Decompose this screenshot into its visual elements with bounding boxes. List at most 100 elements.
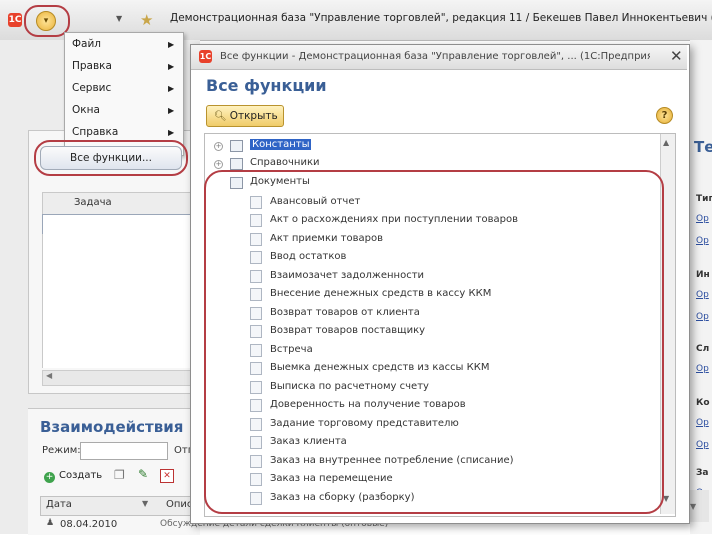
right-label: За <box>696 468 709 478</box>
menu-item-help[interactable]: Справка <box>72 126 118 138</box>
interactions-title: Взаимодействия <box>40 418 184 436</box>
edit-pencil-icon[interactable]: ✎ <box>138 467 148 481</box>
scroll-down-icon[interactable]: ▼ <box>663 494 669 503</box>
constants-icon <box>230 140 243 152</box>
app-logo-icon: 1С <box>8 13 22 27</box>
right-label: Ко <box>696 398 710 408</box>
document-item[interactable]: Заказ на внутреннее потребление (списани… <box>270 455 514 466</box>
create-plus-icon: + <box>44 472 55 483</box>
tree-expand-icon[interactable]: + <box>214 142 223 151</box>
create-button-label: Создать <box>59 470 103 481</box>
document-item[interactable]: Заказ на сборку (разборку) <box>270 492 415 503</box>
document-item[interactable]: Заказ на перемещение <box>270 473 393 484</box>
document-icon <box>250 418 262 431</box>
document-icon <box>250 381 262 394</box>
magnifier-icon: 🔍︎ <box>214 111 227 122</box>
tree-node-documents[interactable]: Документы <box>250 176 310 187</box>
menu-item-file[interactable]: Файл <box>72 38 101 50</box>
tasks-selected-row[interactable] <box>42 214 202 236</box>
submenu-arrow-icon: ▶ <box>168 84 175 93</box>
right-link[interactable]: Ор <box>696 418 709 428</box>
menu-item-edit[interactable]: Правка <box>72 60 112 72</box>
open-button[interactable]: 🔍︎ Открыть <box>206 105 284 127</box>
document-item[interactable]: Возврат товаров поставщику <box>270 325 425 336</box>
document-icon <box>250 251 262 264</box>
catalogs-icon <box>230 158 243 170</box>
right-link[interactable]: Ор <box>696 290 709 300</box>
document-icon <box>250 344 262 357</box>
document-item[interactable]: Внесение денежных средств в кассу ККМ <box>270 288 491 299</box>
dialog-title: Все функции - Демонстрационная база "Упр… <box>220 51 650 62</box>
document-item[interactable]: Задание торговому представителю <box>270 418 459 429</box>
menu-item-all-functions-label[interactable]: Все функции... <box>70 152 152 164</box>
document-item[interactable]: Выемка денежных средств из кассы ККМ <box>270 362 489 373</box>
document-icon <box>250 233 262 246</box>
column-date[interactable]: Дата <box>46 499 72 510</box>
document-icon <box>250 436 262 449</box>
people-icon: ♟ <box>46 518 55 528</box>
help-icon[interactable]: ? <box>656 107 673 124</box>
menu-item-windows[interactable]: Окна <box>72 104 100 116</box>
window-title: Демонстрационная база "Управление торгов… <box>170 12 712 24</box>
document-item[interactable]: Встреча <box>270 344 313 355</box>
tasks-column-task[interactable]: Задача <box>74 197 112 208</box>
document-icon <box>250 399 262 412</box>
tasks-list[interactable] <box>42 234 201 368</box>
tree-vertical-scrollbar[interactable] <box>660 134 675 514</box>
document-item[interactable]: Доверенность на получение товаров <box>270 399 466 410</box>
scroll-down-icon[interactable]: ▼ <box>690 502 696 511</box>
menu-item-service[interactable]: Сервис <box>72 82 111 94</box>
document-icon <box>250 325 262 338</box>
right-panel <box>690 40 712 534</box>
tree-node-catalogs[interactable]: Справочники <box>250 157 320 168</box>
right-link[interactable]: Ор <box>696 440 709 450</box>
documents-icon <box>230 177 243 189</box>
scroll-up-icon[interactable]: ▲ <box>663 138 669 147</box>
document-item[interactable]: Авансовый отчет <box>270 196 360 207</box>
dialog-heading: Все функции <box>206 76 327 95</box>
sort-descending-icon[interactable]: ▼ <box>142 499 148 508</box>
submenu-arrow-icon: ▶ <box>168 40 175 49</box>
document-item[interactable]: Заказ клиента <box>270 436 347 447</box>
document-icon <box>250 214 262 227</box>
right-panel-title: Тел <box>694 138 712 156</box>
tasks-horizontal-scrollbar[interactable] <box>42 370 202 386</box>
document-icon <box>250 473 262 486</box>
tree-node-constants[interactable]: Константы <box>250 139 312 150</box>
copy-icon[interactable]: ❐ <box>114 468 125 482</box>
dialog-app-icon: 1С <box>199 50 212 63</box>
right-link[interactable]: Ор <box>696 236 709 246</box>
document-item[interactable]: Взаимозачет задолженности <box>270 270 424 281</box>
document-icon <box>250 307 262 320</box>
create-button[interactable]: + Создать <box>44 470 102 483</box>
mode-input[interactable] <box>80 442 168 460</box>
document-item[interactable]: Возврат товаров от клиента <box>270 307 420 318</box>
main-menu-button[interactable]: ▾ <box>36 11 56 31</box>
document-item[interactable]: Акт приемки товаров <box>270 233 383 244</box>
right-link[interactable]: Ор <box>696 214 709 224</box>
submenu-arrow-icon: ▶ <box>168 106 175 115</box>
document-icon <box>250 362 262 375</box>
submenu-arrow-icon: ▶ <box>168 62 175 71</box>
right-link[interactable]: Ор <box>696 364 709 374</box>
title-dropdown-icon[interactable]: ▼ <box>116 14 122 23</box>
document-item[interactable]: Выписка по расчетному счету <box>270 381 429 392</box>
interaction-row-date[interactable]: 08.04.2010 <box>60 519 117 530</box>
right-label: Тип <box>696 194 712 204</box>
dialog-close-icon[interactable]: ✕ <box>670 47 683 65</box>
scroll-left-icon[interactable]: ◀ <box>46 371 52 380</box>
document-icon <box>250 455 262 468</box>
document-item[interactable]: Акт о расхождениях при поступлении товар… <box>270 214 518 225</box>
document-icon <box>250 288 262 301</box>
document-icon <box>250 492 262 505</box>
mode-label: Режим: <box>42 445 81 456</box>
document-icon <box>250 270 262 283</box>
right-label: Сл <box>696 344 710 354</box>
tree-expand-icon[interactable]: + <box>214 160 223 169</box>
document-item[interactable]: Ввод остатков <box>270 251 346 262</box>
open-button-label: Открыть <box>229 110 278 122</box>
tasks-table-header <box>42 192 202 216</box>
delete-icon[interactable]: ✕ <box>160 469 174 483</box>
right-link[interactable]: Ор <box>696 312 709 322</box>
favorite-star-icon[interactable]: ★ <box>140 11 153 29</box>
